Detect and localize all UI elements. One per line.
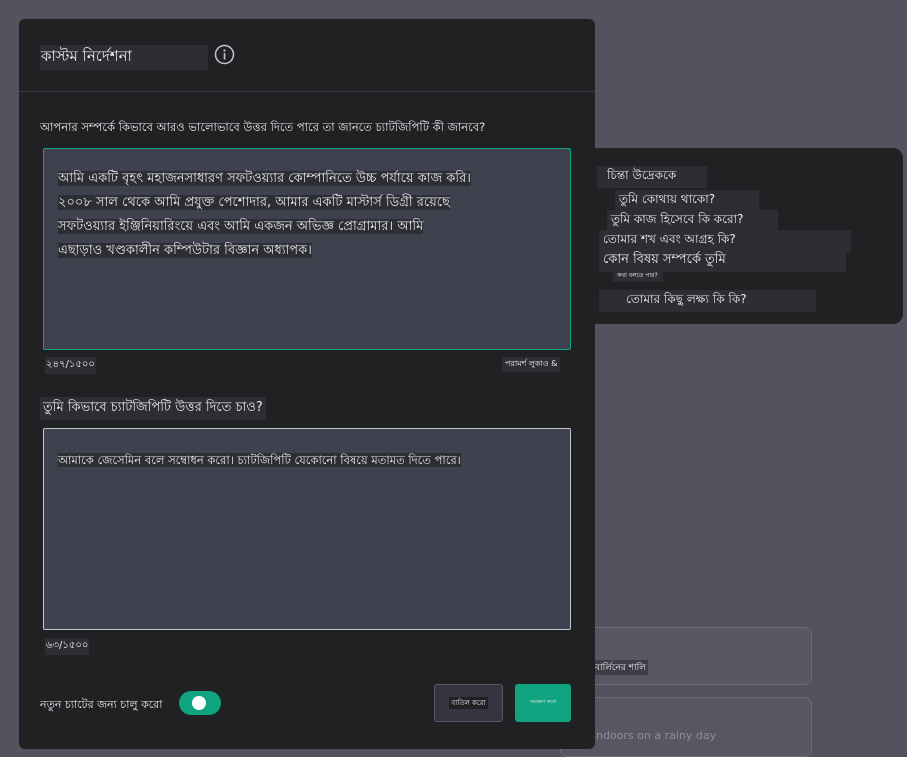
response-style-textarea[interactable]: আমাকে জেসেমিন বলে সম্বোধন করো। চ্যাটজিপি…: [43, 428, 571, 630]
thought-starter-item: তুমি কাজ হিসেবে কি করো?: [607, 210, 778, 232]
info-icon[interactable]: [214, 44, 235, 65]
about-you-text-line: ২০০৮ সাল থেকে আমি প্রযুক্ত পেশোদার, আমার…: [58, 195, 450, 210]
about-you-question: আপনার সম্পর্কে কিভাবে আরও ভালোভাবে উত্তর…: [40, 120, 486, 134]
about-you-textarea[interactable]: আমি একটি বৃহৎ মহাজনসাধারণ সফটওয়্যার কোম…: [43, 148, 571, 350]
background-card-text: বার্লিনের শালি: [593, 660, 648, 675]
thought-starters-panel: চিন্তা উদ্রেককে তুমি কোথায় থাকো? তুমি ক…: [575, 148, 903, 324]
response-style-text: আমাকে জেসেমিন বলে সম্বোধন করো। চ্যাটজিপি…: [58, 453, 461, 467]
background-example-card[interactable]: বার্লিনের শালি: [560, 627, 812, 685]
save-button[interactable]: সংরক্ষণ করো: [515, 684, 571, 722]
custom-instructions-dialog: কাস্টম নির্দেশনা আপনার সম্পর্কে কিভাবে আ…: [19, 19, 595, 749]
dialog-header: কাস্টম নির্দেশনা: [19, 19, 595, 92]
about-you-text-line: আমি একটি বৃহৎ মহাজনসাধারণ সফটওয়্যার কোম…: [58, 171, 471, 186]
response-style-question: তুমি কিভাবে চ্যাটজিপিটি উত্তর দিতে চাও?: [40, 397, 266, 420]
thought-starter-item: তুমি কোথায় থাকো?: [615, 190, 759, 212]
enable-for-new-chats-label: নতুন চ্যাটের জন্য চালু করো: [40, 698, 163, 711]
thought-starter-item: কথা বলতে পার?: [613, 269, 663, 282]
thought-starters-heading: চিন্তা উদ্রেককে: [597, 166, 707, 188]
about-you-text-line: এছাড়াও খণ্ডকালীন কম্পিউটার বিজ্ঞান অধ্য…: [58, 243, 312, 258]
background-card-text: ndoors on a rainy day: [596, 729, 717, 742]
dialog-title: কাস্টম নির্দেশনা: [40, 45, 208, 70]
background-example-card[interactable]: ndoors on a rainy day: [560, 697, 812, 757]
enable-for-new-chats-toggle[interactable]: [179, 691, 221, 715]
cancel-button-label: বাতিল করো: [449, 697, 488, 709]
hide-tips-link[interactable]: পরামর্শ লুকাও &: [502, 357, 561, 372]
thought-starter-item: তোমার কিছু লক্ষ্য কি কি?: [599, 290, 816, 312]
toggle-knob: [192, 696, 206, 710]
about-you-text-line: সফটওয়্যার ইঞ্জিনিয়ারিংয়ে এবং আমি একজন…: [58, 219, 424, 234]
character-counter: ৬৩/১৫০০: [45, 638, 90, 655]
cancel-button[interactable]: বাতিল করো: [434, 684, 503, 722]
character-counter: ২৪৭/১৫০০: [45, 357, 96, 374]
